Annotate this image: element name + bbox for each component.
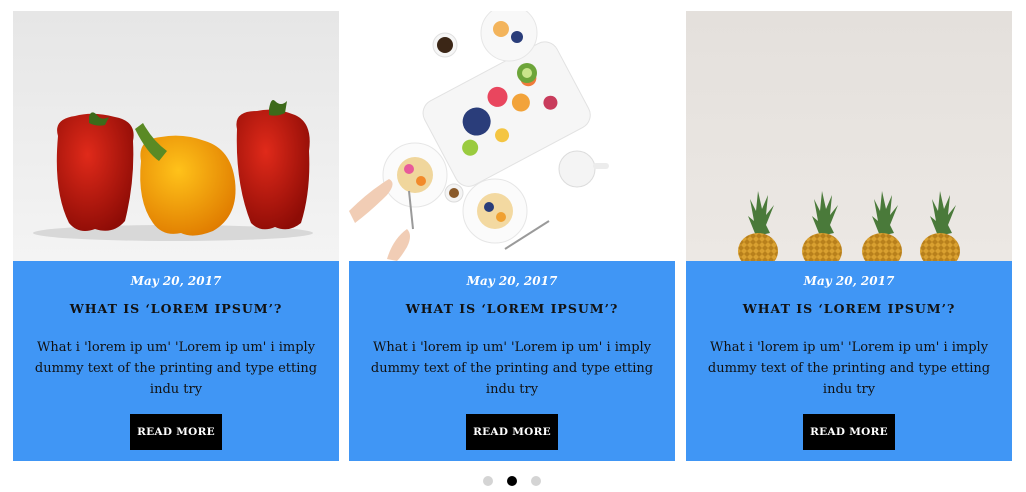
post-date: May 20, 2017 [803,274,895,288]
blog-card: May 20, 2017 WHAT IS ‘LOREM IPSUM’? What… [686,11,1012,461]
post-excerpt: What i 'lorem ip um' 'Lorem ip um' i imp… [34,340,318,397]
post-title[interactable]: WHAT IS ‘LOREM IPSUM’? [349,301,675,316]
post-title[interactable]: WHAT IS ‘LOREM IPSUM’? [686,301,1012,316]
card-image-peppers[interactable] [13,11,339,261]
read-more-button[interactable]: READ MORE [803,414,895,450]
card-image-pineapples[interactable] [686,11,1012,261]
post-excerpt: What i 'lorem ip um' 'Lorem ip um' i imp… [370,340,654,397]
pagination-dot-1[interactable] [483,476,493,486]
post-title[interactable]: WHAT IS ‘LOREM IPSUM’? [13,301,339,316]
card-image-breakfast[interactable] [349,11,675,261]
blog-card: May 20, 2017 WHAT IS ‘LOREM IPSUM’? What… [349,11,675,461]
read-more-button[interactable]: READ MORE [466,414,558,450]
blog-card: May 20, 2017 WHAT IS ‘LOREM IPSUM’? What… [13,11,339,461]
pagination-dot-2-active[interactable] [507,476,517,486]
post-date: May 20, 2017 [130,274,222,288]
blog-carousel: May 20, 2017 WHAT IS ‘LOREM IPSUM’? What… [0,0,1026,492]
post-excerpt: What i 'lorem ip um' 'Lorem ip um' i imp… [707,340,991,397]
read-more-button[interactable]: READ MORE [130,414,222,450]
carousel-pagination [483,476,543,486]
post-date: May 20, 2017 [466,274,558,288]
pagination-dot-3[interactable] [531,476,541,486]
